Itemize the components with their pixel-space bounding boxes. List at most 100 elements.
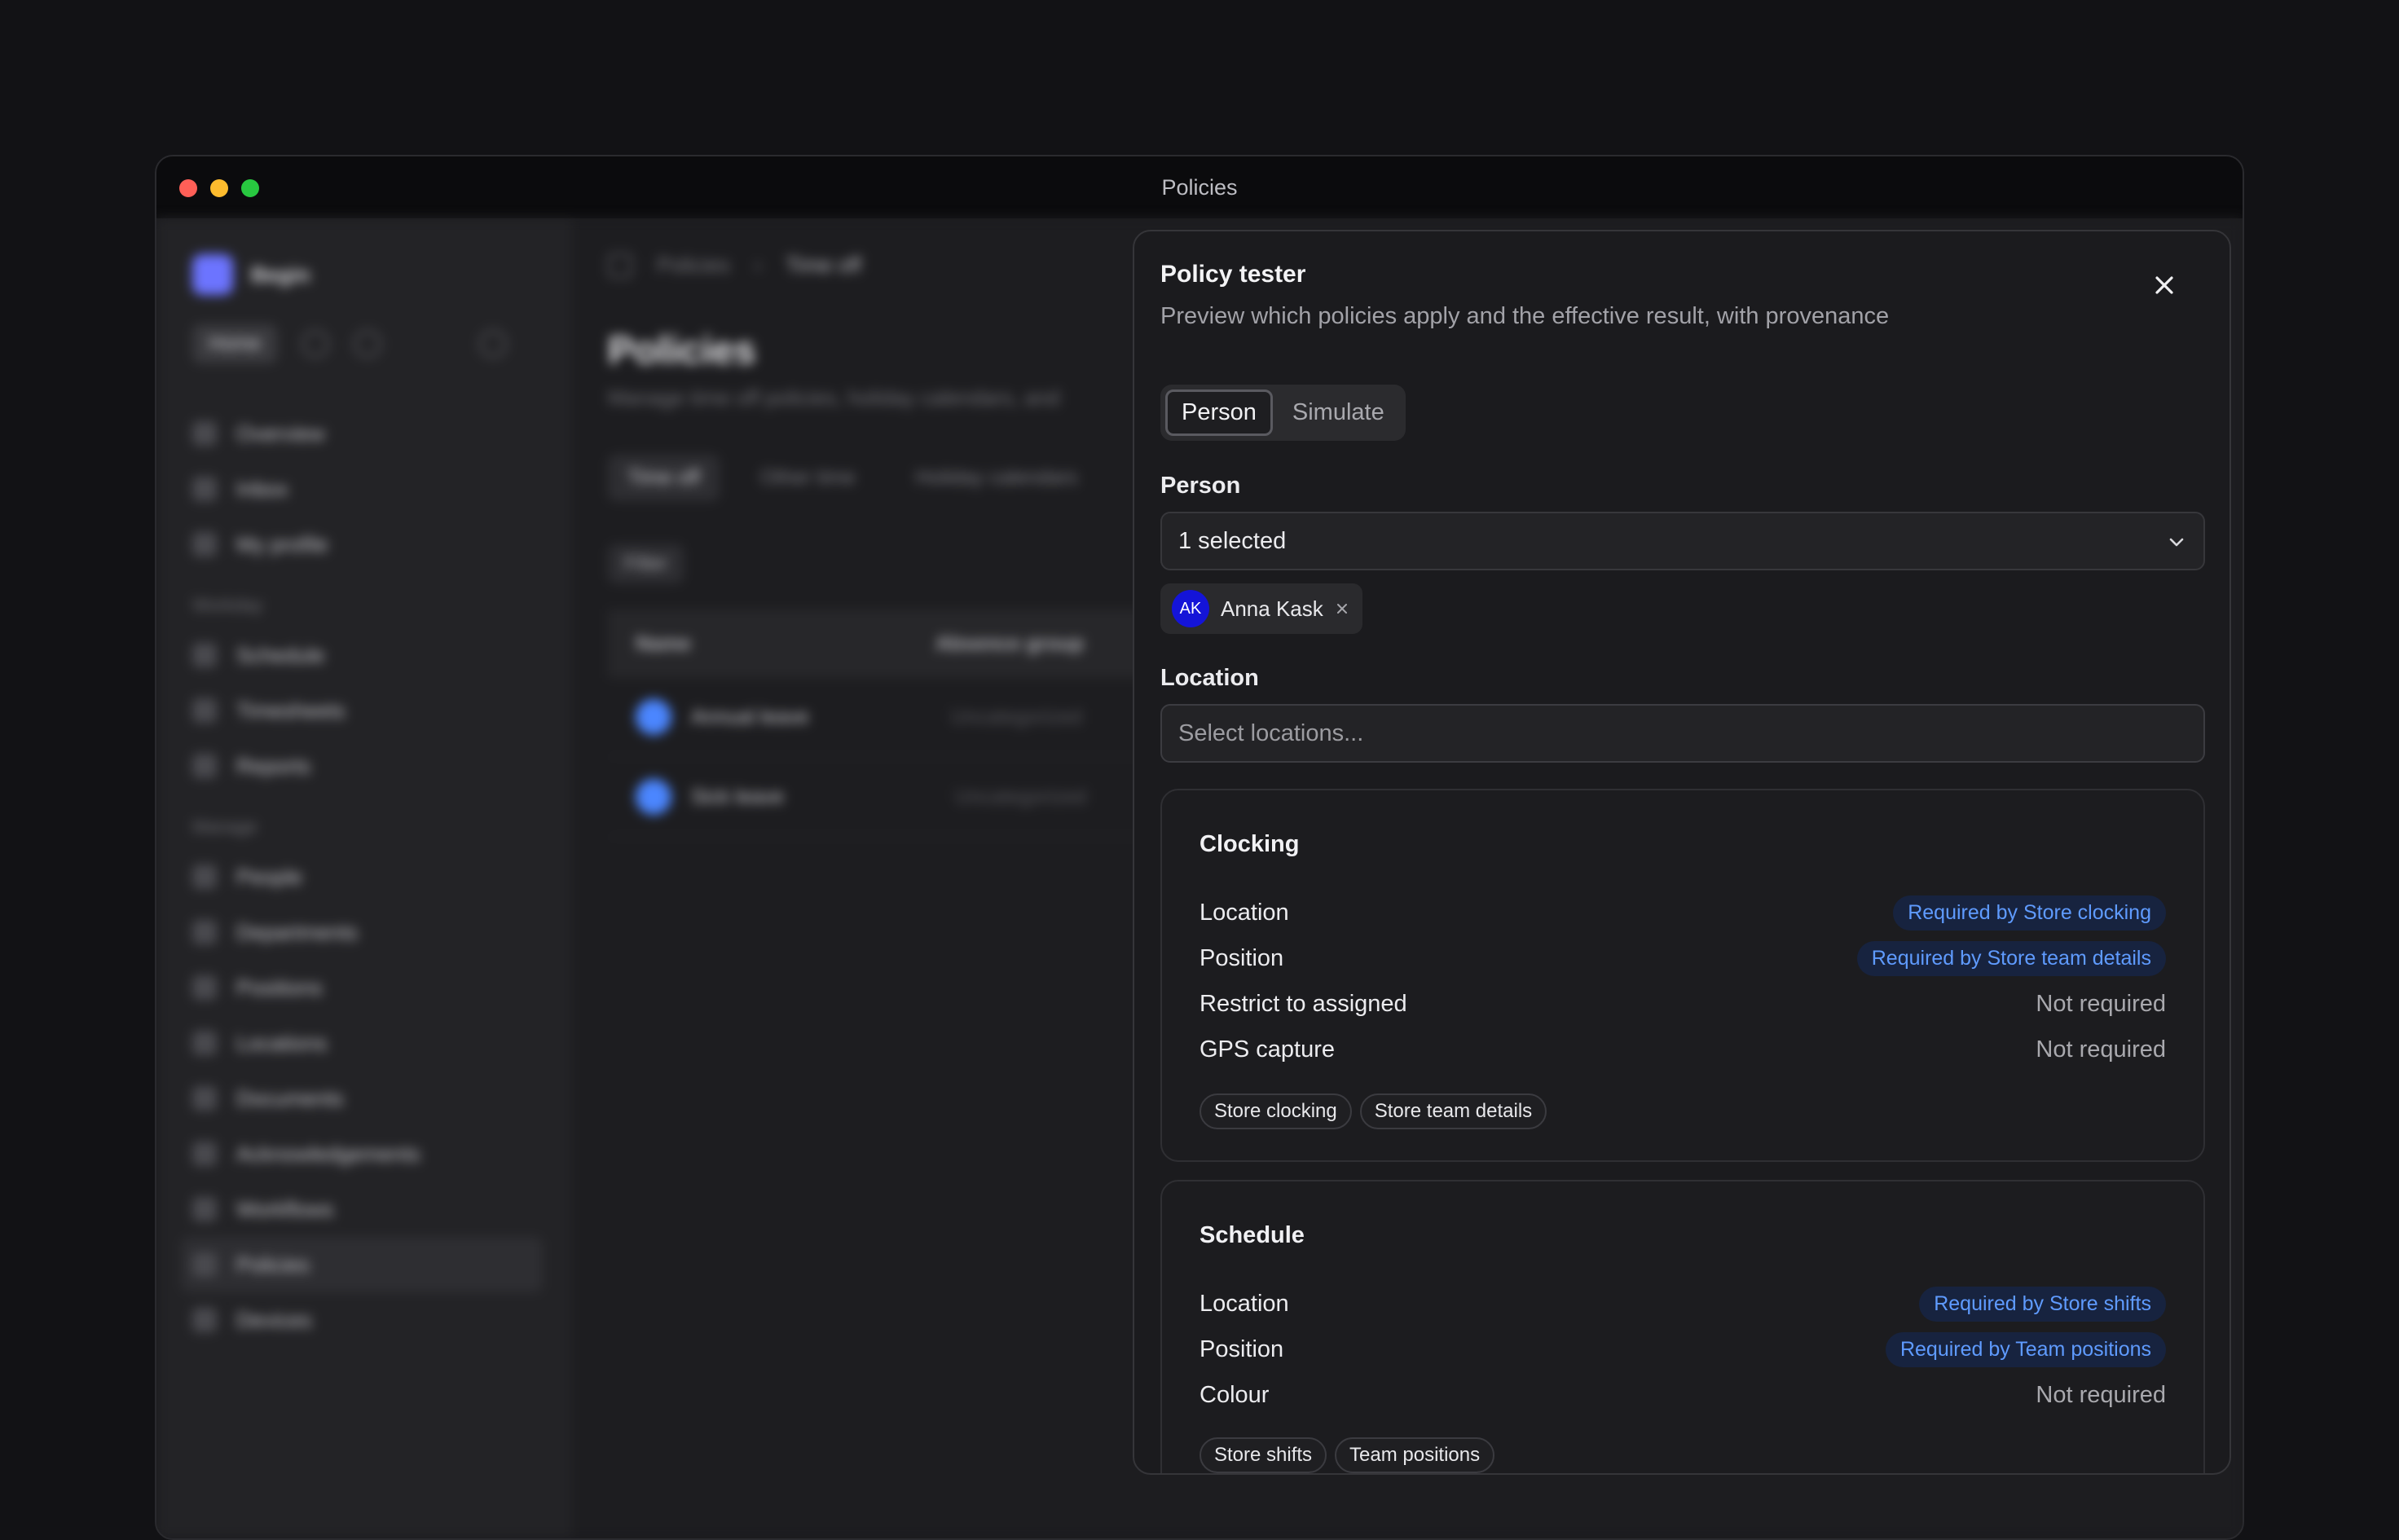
- home-button[interactable]: Home: [192, 324, 278, 363]
- breadcrumb-time-off: Time off: [786, 253, 861, 277]
- overview-icon: [192, 421, 217, 446]
- tab-other-time[interactable]: Other time: [741, 455, 875, 501]
- column-absence-group[interactable]: Absence group: [935, 632, 1084, 656]
- row-label: Position: [1200, 1335, 1284, 1362]
- row-label: Colour: [1200, 1381, 1270, 1408]
- sidebar-item-timesheets[interactable]: Timesheets: [192, 683, 543, 738]
- sidebar-item-inbox[interactable]: Inbox: [192, 461, 543, 517]
- people-icon: [192, 865, 217, 889]
- avatar: AK: [1172, 590, 1209, 627]
- policy-row: GPS capture Not required: [1200, 1027, 2166, 1072]
- policy-tag[interactable]: Store clocking: [1200, 1093, 1352, 1129]
- departments-icon: [192, 920, 217, 944]
- help-icon[interactable]: [354, 330, 382, 358]
- sidebar-item-overview[interactable]: Overview: [192, 406, 543, 461]
- tab-holiday-calendars[interactable]: Holiday calendars: [896, 455, 1098, 501]
- close-dialog-button[interactable]: [2143, 264, 2186, 306]
- remove-person-icon[interactable]: [1335, 601, 1349, 616]
- requirement-status: Not required: [2036, 1036, 2166, 1063]
- row-label: Location: [1200, 1290, 1289, 1317]
- policy-group: Uncategorized: [954, 785, 1087, 808]
- sidebar-item-devices[interactable]: Devices: [192, 1292, 543, 1348]
- workspace-logo-icon: [192, 254, 233, 295]
- zoom-window-button[interactable]: [241, 179, 259, 197]
- sidebar-item-acknowledgements[interactable]: Acknowledgements: [192, 1126, 543, 1181]
- policy-name: Sick leave: [691, 785, 784, 808]
- workflow-icon: [192, 1197, 217, 1221]
- minimize-window-button[interactable]: [210, 179, 228, 197]
- title-bar: Policies: [156, 156, 2243, 218]
- policy-tabs: Time off Other time Holiday calendars: [608, 455, 1097, 501]
- row-label: Location: [1200, 899, 1289, 926]
- selected-person-name: Anna Kask: [1221, 596, 1323, 621]
- page-title: Policies: [608, 329, 756, 372]
- sidebar-item-workflows[interactable]: Workflows: [192, 1181, 543, 1237]
- policy-tester-dialog: Policy tester Preview which policies app…: [1133, 230, 2231, 1475]
- policy-row: Position Required by Store team details: [1200, 935, 2166, 981]
- sidebar-nav: Overview Inbox My profile Workday Schedu…: [181, 406, 543, 1348]
- filter-button[interactable]: Filter: [608, 544, 684, 583]
- inbox-icon: [192, 477, 217, 501]
- section-title: Schedule: [1200, 1222, 1305, 1248]
- search-icon[interactable]: [479, 330, 508, 358]
- dialog-title: Policy tester: [1160, 261, 1306, 288]
- sidebar-item-locations[interactable]: Locations: [192, 1015, 543, 1071]
- sidebar-item-reports[interactable]: Reports: [192, 738, 543, 794]
- workspace-name: Begin: [251, 262, 310, 287]
- calendar-icon: [192, 643, 217, 667]
- clock-icon[interactable]: [302, 330, 330, 358]
- mode-toggle: Person Simulate: [1160, 385, 1406, 441]
- breadcrumb-separator-icon: ›: [754, 253, 762, 277]
- close-icon: [2155, 276, 2173, 294]
- sidebar-item-positions[interactable]: Positions: [192, 960, 543, 1015]
- chevron-down-icon: [2169, 538, 2184, 547]
- document-icon: [192, 1086, 217, 1111]
- sidebar-item-documents[interactable]: Documents: [192, 1071, 543, 1126]
- column-name[interactable]: Name: [636, 632, 691, 656]
- close-window-button[interactable]: [179, 179, 197, 197]
- sidebar-section-manage: Manage: [192, 816, 258, 837]
- dialog-description: Preview which policies apply and the eff…: [1160, 303, 1890, 329]
- sidebar: Begin Home Overview Inbox My profile Wor…: [156, 218, 572, 1538]
- person-select-value: 1 selected: [1178, 527, 1287, 554]
- mode-person-button[interactable]: Person: [1165, 389, 1273, 436]
- reports-icon: [192, 754, 217, 778]
- breadcrumb: Policies › Time off: [608, 253, 861, 278]
- schedule-section: Schedule Location Required by Store shif…: [1160, 1180, 2205, 1473]
- sidebar-item-my-profile[interactable]: My profile: [192, 517, 543, 572]
- sidebar-item-departments[interactable]: Departments: [192, 904, 543, 960]
- policy-row: Colour Not required: [1200, 1372, 2166, 1418]
- profile-icon: [192, 532, 217, 557]
- sidebar-item-policies[interactable]: Policies: [181, 1237, 543, 1292]
- person-label: Person: [1160, 473, 1241, 499]
- policy-color-icon: [636, 699, 671, 735]
- workspace-switcher[interactable]: Begin: [192, 254, 310, 295]
- policy-row: Position Required by Team positions: [1200, 1327, 2166, 1372]
- tab-time-off[interactable]: Time off: [608, 455, 720, 501]
- policy-tag[interactable]: Store team details: [1359, 1093, 1547, 1129]
- acknowledgement-icon: [192, 1142, 217, 1166]
- window-title: Policies: [1161, 174, 1238, 200]
- timesheet-icon: [192, 698, 217, 723]
- policy-row: Restrict to assigned Not required: [1200, 981, 2166, 1027]
- policy-color-icon: [636, 779, 671, 815]
- policy-tag[interactable]: Team positions: [1335, 1437, 1495, 1473]
- section-title: Clocking: [1200, 831, 1300, 857]
- sidebar-tools: Home: [192, 324, 508, 363]
- mode-simulate-button[interactable]: Simulate: [1276, 389, 1401, 436]
- location-label: Location: [1160, 665, 1259, 691]
- requirement-badge: Required by Store shifts: [1919, 1286, 2166, 1322]
- policy-row: Location Required by Store shifts: [1200, 1281, 2166, 1327]
- breadcrumb-policies[interactable]: Policies: [657, 253, 730, 278]
- location-input[interactable]: [1160, 704, 2205, 763]
- sidebar-section-workday: Workday: [192, 595, 263, 615]
- policy-row: Location Required by Store clocking: [1200, 890, 2166, 935]
- clocking-section: Clocking Location Required by Store cloc…: [1160, 789, 2205, 1162]
- sidebar-item-schedule[interactable]: Schedule: [192, 627, 543, 683]
- row-label: Restrict to assigned: [1200, 990, 1407, 1017]
- sidebar-item-people[interactable]: People: [192, 849, 543, 904]
- policy-tag[interactable]: Store shifts: [1200, 1437, 1327, 1473]
- requirement-badge: Required by Store clocking: [1893, 895, 2166, 931]
- sidebar-toggle-icon[interactable]: [608, 253, 632, 278]
- person-select[interactable]: 1 selected: [1160, 512, 2205, 570]
